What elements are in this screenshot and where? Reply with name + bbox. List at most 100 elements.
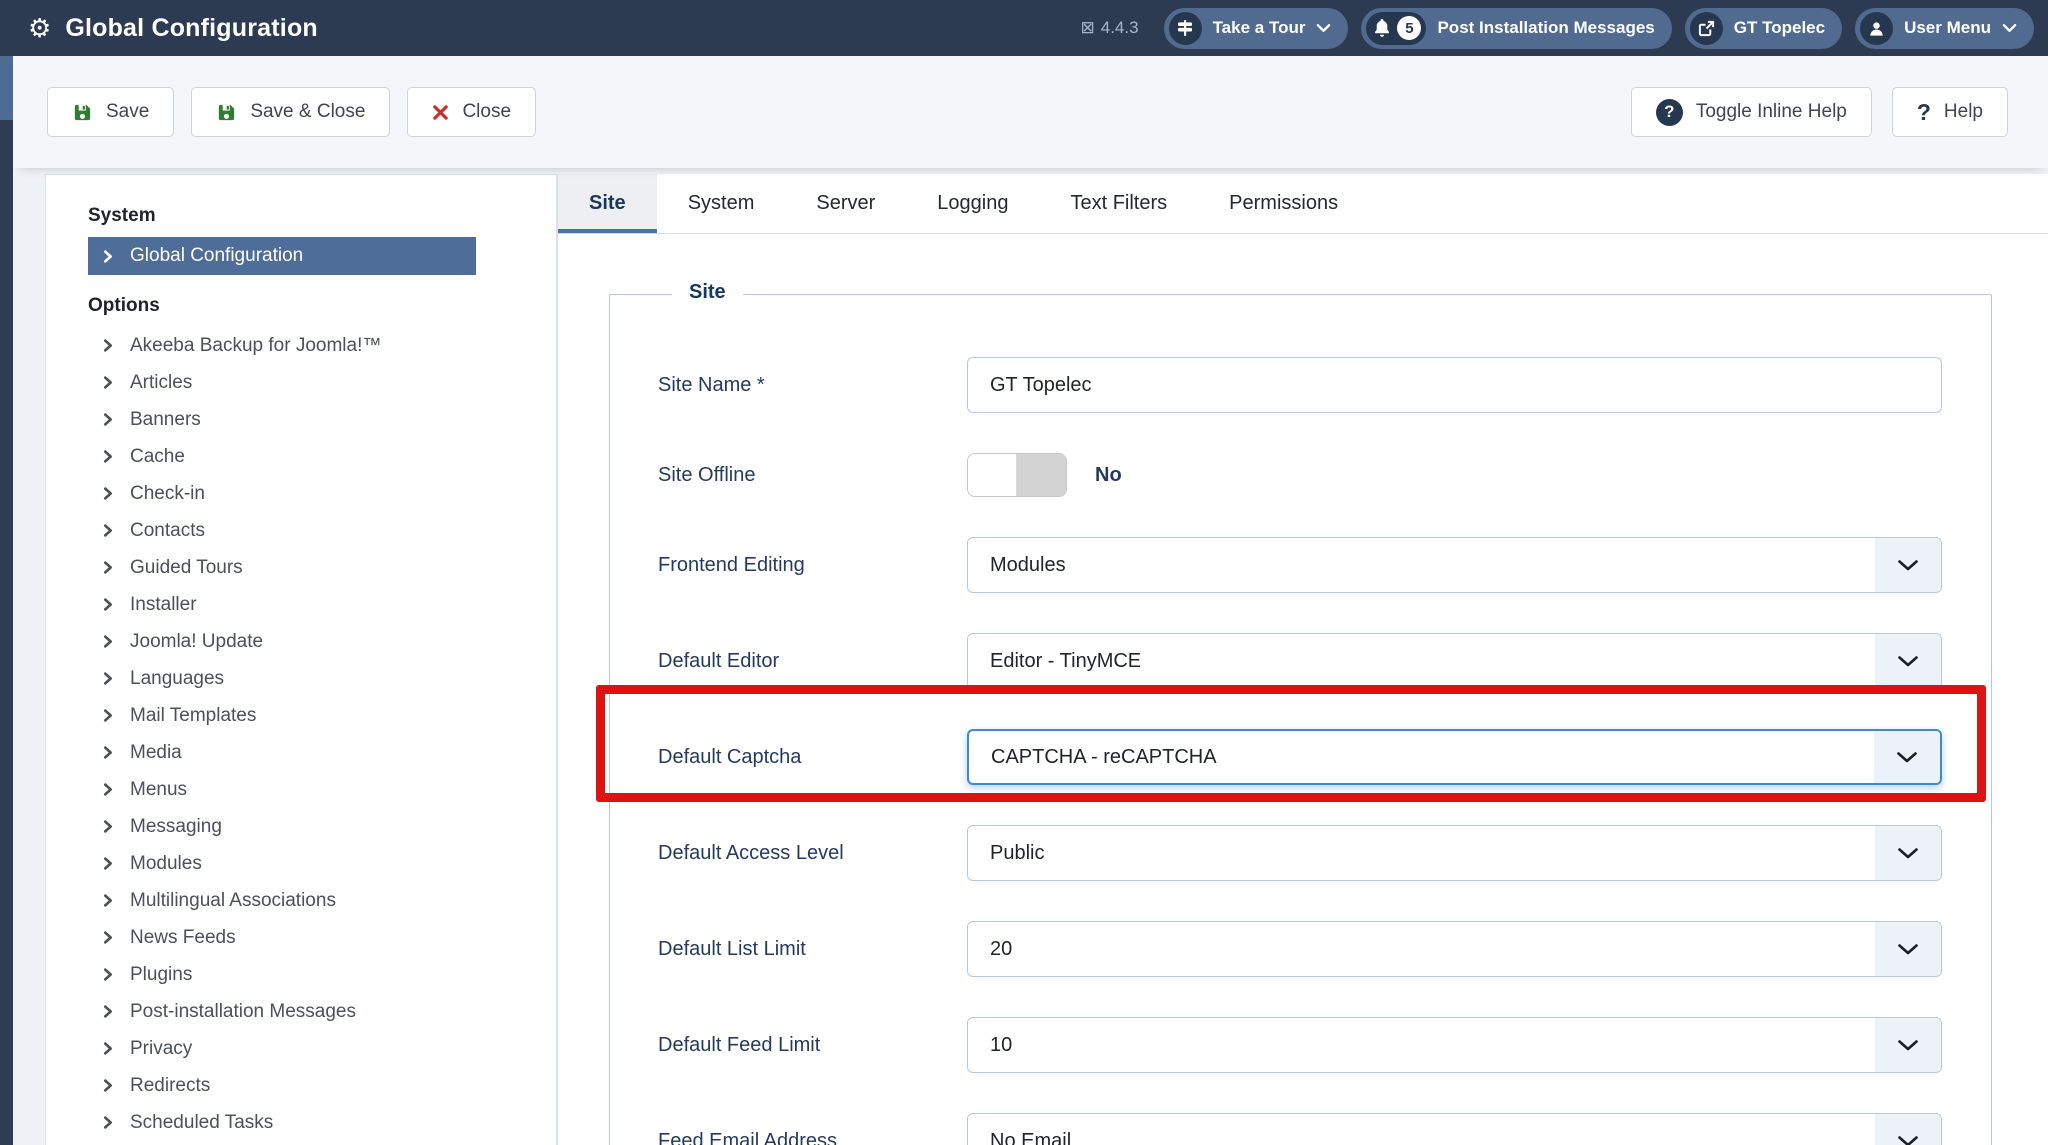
select-value: CAPTCHA - reCAPTCHA [991, 745, 1217, 768]
close-icon [432, 104, 449, 121]
tab-logging[interactable]: Logging [906, 174, 1040, 233]
select-value: Editor - TinyMCE [990, 649, 1142, 672]
sidebar-item[interactable]: Banners [88, 401, 536, 438]
chevron-right-icon [102, 450, 115, 463]
toggle-knob [968, 454, 1017, 496]
chevron-right-icon [102, 598, 115, 611]
chevron-right-icon [102, 746, 115, 759]
sidebar-item[interactable]: News Feeds [88, 919, 536, 956]
toggle-state-label: No [1095, 463, 1122, 486]
form-rows: Site Name * Site Offline No Frontend Edi… [596, 357, 1986, 1145]
sidebar-item[interactable]: Joomla! Update [88, 623, 536, 660]
user-menu-button[interactable]: User Menu [1855, 7, 2034, 49]
sidebar-item[interactable]: Articles [88, 364, 536, 401]
sidebar-item[interactable]: Akeeba Backup for Joomla!™ [88, 327, 536, 364]
select-control[interactable]: 20 [967, 921, 1942, 977]
sidebar-item[interactable]: Menus [88, 771, 536, 808]
form-field-control: No [967, 453, 1942, 497]
select-control[interactable]: Editor - TinyMCE [967, 633, 1942, 689]
toggle-field: No [967, 453, 1942, 497]
save-button[interactable]: Save [47, 87, 175, 137]
sidebar-item[interactable]: Contacts [88, 512, 536, 549]
sidebar-item[interactable]: Languages [88, 660, 536, 697]
joomla-admin-screen: ⚙ Global Configuration ⊠ 4.4.3 Take a To… [0, 0, 2048, 1145]
site-preview-button[interactable]: GT Topelec [1684, 7, 1843, 49]
chevron-right-icon [102, 783, 115, 796]
sidebar-item[interactable]: Privacy [88, 1030, 536, 1067]
tab-permissions[interactable]: Permissions [1198, 174, 1370, 233]
select-control[interactable]: CAPTCHA - reCAPTCHA [967, 729, 1942, 785]
toolbar-left-group: Save Save & Close Close [47, 87, 537, 137]
toggle-inline-help-button[interactable]: ? Toggle Inline Help [1630, 87, 1872, 137]
select-control[interactable]: No Email [967, 1113, 1942, 1145]
gear-icon: ⚙ [28, 13, 52, 43]
sidebar-item-label: Plugins [130, 963, 193, 985]
sidebar-item[interactable]: Guided Tours [88, 549, 536, 586]
chevron-right-icon [102, 561, 115, 574]
select-value: Modules [990, 553, 1066, 576]
collapsed-sidebar-strip[interactable] [0, 56, 13, 1145]
sidebar-item-label: Menus [130, 778, 188, 800]
sidebar-item-label: Messaging [130, 815, 222, 837]
sidebar-item[interactable]: Scheduled Tasks [88, 1104, 536, 1141]
chevron-right-icon [102, 857, 115, 870]
sidebar-item-global-configuration[interactable]: Global Configuration [88, 237, 476, 275]
sidebar-item-label: Modules [130, 852, 202, 874]
sidebar-item[interactable]: Media [88, 734, 536, 771]
form-field-control: 20 [967, 921, 1942, 977]
tab-site[interactable]: Site [558, 174, 657, 233]
tab-system[interactable]: System [656, 174, 786, 233]
select-value: Public [990, 841, 1045, 864]
chevron-right-icon [102, 339, 115, 352]
sidebar-item[interactable]: Multilingual Associations [88, 882, 536, 919]
form-field-label: Default Editor [658, 649, 780, 672]
sidebar-item[interactable]: Cache [88, 438, 536, 475]
select-control[interactable]: 10 [967, 1017, 1942, 1073]
chevron-down-icon [1875, 1114, 1941, 1145]
sidebar-item[interactable]: Post-installation Messages [88, 993, 536, 1030]
save-and-close-button[interactable]: Save & Close [191, 87, 391, 137]
header-actions: ⊠ 4.4.3 Take a Tour 5 Post Installation … [1081, 7, 2034, 49]
tab-text-filters[interactable]: Text Filters [1039, 174, 1199, 233]
toolbar: Save Save & Close Close ? Toggle Inline … [13, 56, 2048, 168]
joomla-version: ⊠ 4.4.3 [1081, 18, 1139, 38]
sidebar-item[interactable]: Messaging [88, 808, 536, 845]
sidebar-item-label: Multilingual Associations [130, 889, 336, 911]
text-input[interactable] [967, 357, 1942, 413]
select-control[interactable]: Modules [967, 537, 1942, 593]
help-button[interactable]: ? Help [1891, 87, 2008, 137]
sidebar-item[interactable]: Installer [88, 586, 536, 623]
toggle-switch[interactable] [967, 453, 1067, 497]
chevron-right-icon [102, 931, 115, 944]
form-field-control: Public [967, 825, 1942, 881]
content-panel: Site System Server Logging Text Filters Permi… [557, 174, 2048, 1145]
help-label: Help [1943, 101, 1983, 122]
chevron-down-icon [2002, 23, 2017, 33]
close-button[interactable]: Close [407, 87, 537, 137]
form-field-label: Default Feed Limit [658, 1033, 821, 1056]
sidebar-item-label: Articles [130, 371, 193, 393]
sidebar-item[interactable]: Check-in [88, 475, 536, 512]
sidebar-item-label: Scheduled Tasks [130, 1111, 274, 1133]
sidebar-item-label: Post-installation Messages [130, 1000, 356, 1022]
tab-server[interactable]: Server [785, 174, 907, 233]
collapsed-sidebar-active-segment [0, 56, 13, 120]
take-a-tour-button[interactable]: Take a Tour [1163, 7, 1349, 49]
sidebar-item-label: Guided Tours [130, 556, 243, 578]
sidebar-item[interactable]: Modules [88, 845, 536, 882]
sidebar-item-label: Mail Templates [130, 704, 257, 726]
sidebar-item[interactable]: Search [88, 1141, 536, 1145]
site-name-label: GT Topelec [1733, 18, 1826, 37]
select-control[interactable]: Public [967, 825, 1942, 881]
chevron-right-icon [102, 635, 115, 648]
form-row: Default Feed Limit 10 [658, 1017, 1943, 1073]
post-installation-messages-button[interactable]: 5 Post Installation Messages [1361, 7, 1672, 49]
chevron-down-icon [1875, 538, 1941, 592]
chevron-right-icon [102, 376, 115, 389]
joomla-logo-icon: ⊠ [1080, 18, 1095, 37]
sidebar-item[interactable]: Plugins [88, 956, 536, 993]
sidebar-item[interactable]: Mail Templates [88, 697, 536, 734]
sidebar-item[interactable]: Redirects [88, 1067, 536, 1104]
save-icon [72, 102, 93, 123]
config-sidebar: System Global Configuration Options Akee… [45, 174, 557, 1145]
